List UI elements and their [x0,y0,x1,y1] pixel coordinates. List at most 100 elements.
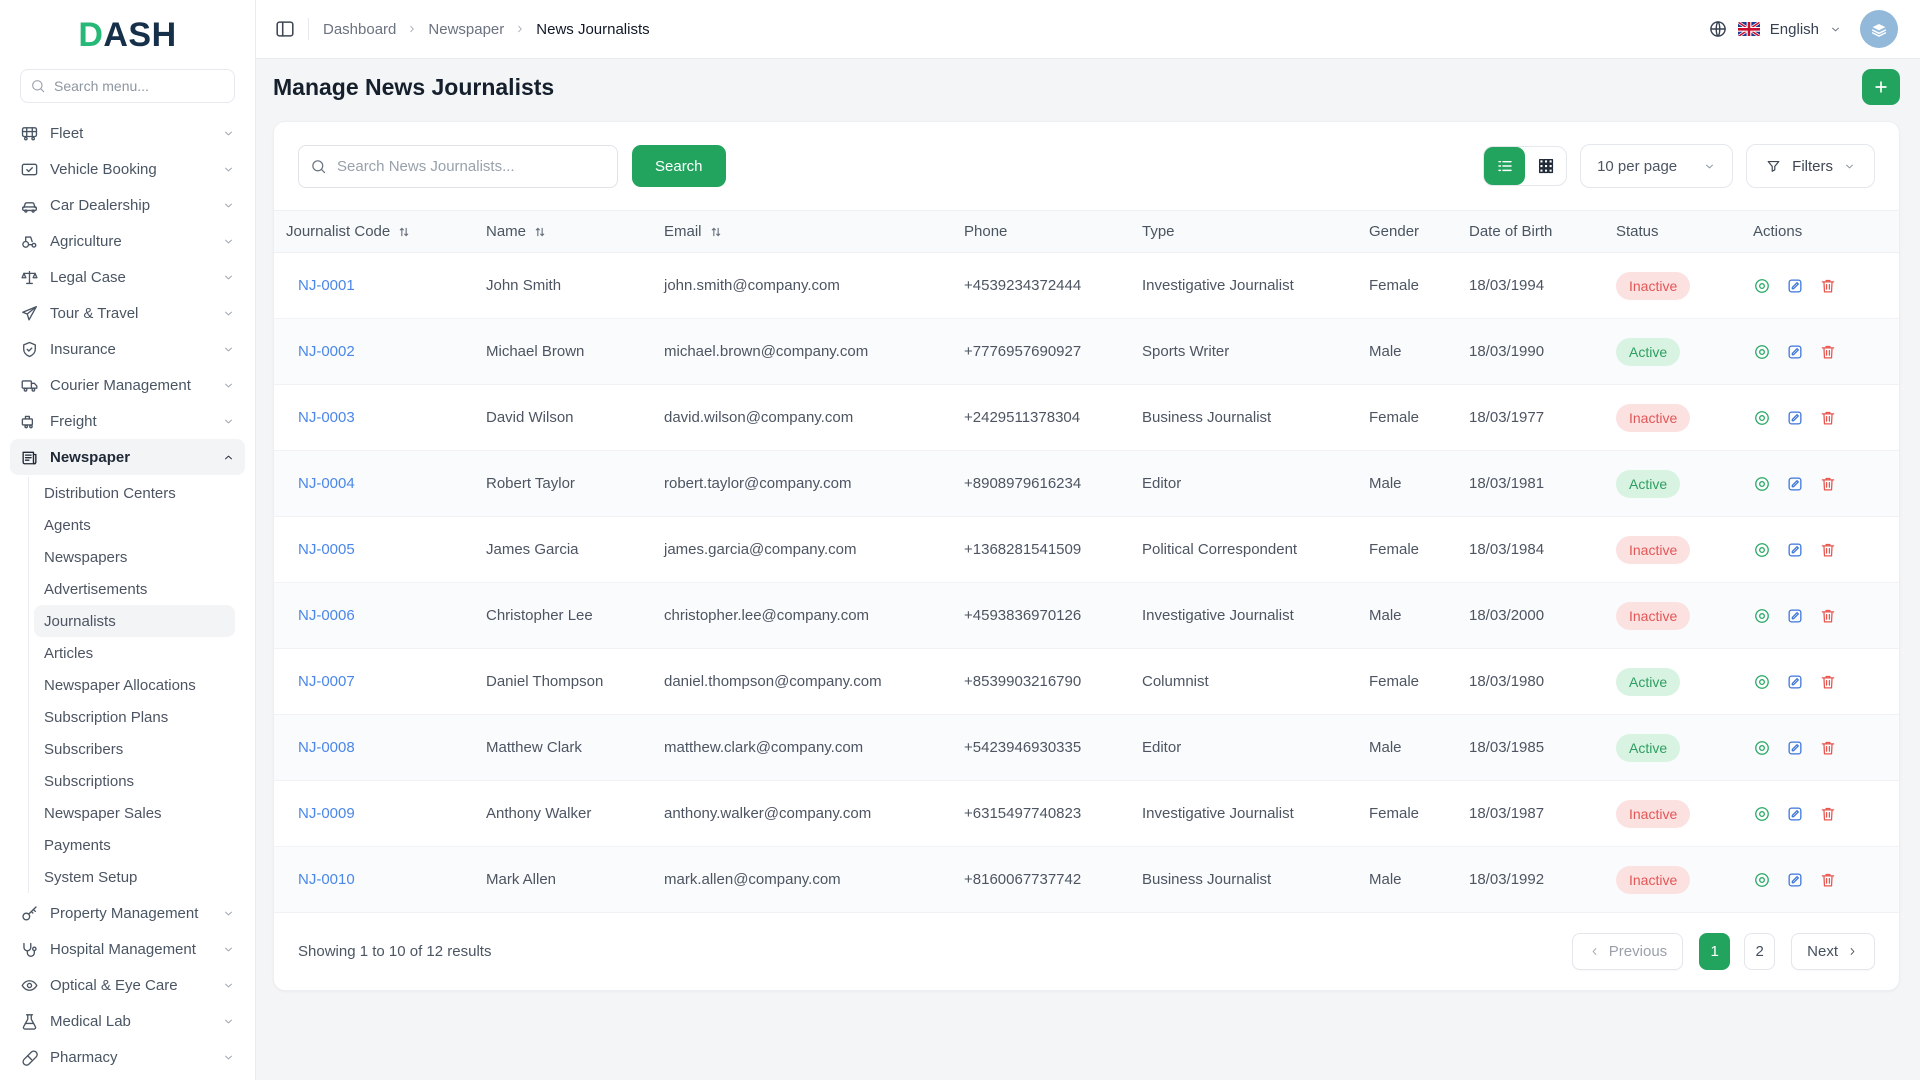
column-header[interactable]: Status [1604,210,1741,253]
delete-button[interactable] [1819,805,1837,823]
sidebar-item[interactable]: Property Management [10,895,245,931]
edit-button[interactable] [1786,871,1804,889]
sidebar-subitem[interactable]: Distribution Centers [34,477,235,509]
edit-button[interactable] [1786,739,1804,757]
edit-button[interactable] [1786,277,1804,295]
journalist-code-link[interactable]: NJ-0002 [298,343,355,360]
delete-button[interactable] [1819,541,1837,559]
sidebar-item[interactable]: Medical Lab [10,1003,245,1039]
next-button[interactable]: Next [1791,933,1875,970]
delete-button[interactable] [1819,739,1837,757]
sidebar-item[interactable]: Pharmacy [10,1039,245,1075]
previous-button[interactable]: Previous [1571,933,1684,970]
column-header[interactable]: Phone [952,210,1130,253]
sidebar-subitem[interactable]: Subscribers [34,733,235,765]
sidebar-item[interactable]: Agriculture [10,223,245,259]
journalist-code-link[interactable]: NJ-0001 [298,277,355,294]
sidebar-subitem[interactable]: Newspaper Sales [34,797,235,829]
journalist-code-link[interactable]: NJ-0006 [298,607,355,624]
column-header[interactable]: Email [652,210,952,253]
sidebar-subitem[interactable]: Payments [34,829,235,861]
delete-button[interactable] [1819,409,1837,427]
delete-button[interactable] [1819,475,1837,493]
chevron-down-icon [222,235,235,248]
view-button[interactable] [1753,475,1771,493]
add-journalist-button[interactable] [1862,69,1900,105]
sort-icon[interactable] [533,225,547,239]
delete-button[interactable] [1819,277,1837,295]
sidebar-subitem[interactable]: Newspaper Allocations [34,669,235,701]
breadcrumb-newspaper[interactable]: Newspaper [428,21,504,38]
grid-view-button[interactable] [1525,147,1566,185]
edit-button[interactable] [1786,343,1804,361]
edit-button[interactable] [1786,805,1804,823]
journalist-code-link[interactable]: NJ-0010 [298,871,355,888]
sidebar-item[interactable]: Courier Management [10,367,245,403]
sidebar-item[interactable]: Freight [10,403,245,439]
sidebar-toggle-button[interactable] [274,18,296,40]
journalist-code-link[interactable]: NJ-0003 [298,409,355,426]
sidebar-item[interactable]: Legal Case [10,259,245,295]
column-header[interactable]: Gender [1357,210,1457,253]
language-label[interactable]: English [1770,21,1819,38]
delete-button[interactable] [1819,343,1837,361]
journalist-code-link[interactable]: NJ-0009 [298,805,355,822]
edit-button[interactable] [1786,541,1804,559]
column-header[interactable]: Actions [1741,210,1899,253]
sidebar-subitem[interactable]: Subscription Plans [34,701,235,733]
column-header[interactable]: Journalist Code [274,210,474,253]
delete-button[interactable] [1819,871,1837,889]
delete-button[interactable] [1819,673,1837,691]
trash-icon [1819,277,1837,295]
breadcrumb-dashboard[interactable]: Dashboard [323,21,396,38]
sidebar-subitem[interactable]: Advertisements [34,573,235,605]
sidebar-subitem[interactable]: Subscriptions [34,765,235,797]
sort-icon[interactable] [709,225,723,239]
view-button[interactable] [1753,607,1771,625]
view-button[interactable] [1753,805,1771,823]
sidebar-item[interactable]: Tour & Travel [10,295,245,331]
chevron-down-icon[interactable] [1829,23,1842,36]
sidebar-subitem[interactable]: System Setup [34,861,235,893]
edit-button[interactable] [1786,409,1804,427]
journalist-code-link[interactable]: NJ-0004 [298,475,355,492]
edit-button[interactable] [1786,475,1804,493]
sidebar-subitem[interactable]: Articles [34,637,235,669]
view-button[interactable] [1753,739,1771,757]
journalists-search-input[interactable] [298,144,618,188]
per-page-dropdown[interactable]: 10 per page [1580,144,1734,188]
journalist-code-link[interactable]: NJ-0005 [298,541,355,558]
edit-button[interactable] [1786,673,1804,691]
list-view-button[interactable] [1484,147,1526,185]
view-button[interactable] [1753,343,1771,361]
search-button[interactable]: Search [632,145,726,187]
sidebar-item[interactable]: Fleet [10,115,245,151]
delete-button[interactable] [1819,607,1837,625]
sidebar-subitem[interactable]: Agents [34,509,235,541]
journalist-code-link[interactable]: NJ-0007 [298,673,355,690]
sort-icon[interactable] [397,225,411,239]
view-button[interactable] [1753,409,1771,427]
sidebar-search-input[interactable] [20,69,235,103]
sidebar-item[interactable]: Insurance [10,331,245,367]
column-header[interactable]: Type [1130,210,1357,253]
view-button[interactable] [1753,541,1771,559]
sidebar-item[interactable]: Car Dealership [10,187,245,223]
sidebar-subitem[interactable]: Newspapers [34,541,235,573]
view-button[interactable] [1753,673,1771,691]
sidebar-item[interactable]: Hospital Management [10,931,245,967]
avatar[interactable] [1860,10,1898,48]
sidebar-item[interactable]: Vehicle Booking [10,151,245,187]
column-header[interactable]: Date of Birth [1457,210,1604,253]
sidebar-subitem[interactable]: Journalists [34,605,235,637]
page-button[interactable]: 2 [1744,933,1776,970]
column-header[interactable]: Name [474,210,652,253]
sidebar-item[interactable]: Optical & Eye Care [10,967,245,1003]
view-button[interactable] [1753,871,1771,889]
sidebar-item-newspaper[interactable]: Newspaper [10,439,245,475]
page-button[interactable]: 1 [1699,933,1731,970]
edit-button[interactable] [1786,607,1804,625]
view-button[interactable] [1753,277,1771,295]
filters-button[interactable]: Filters [1746,144,1875,188]
journalist-code-link[interactable]: NJ-0008 [298,739,355,756]
